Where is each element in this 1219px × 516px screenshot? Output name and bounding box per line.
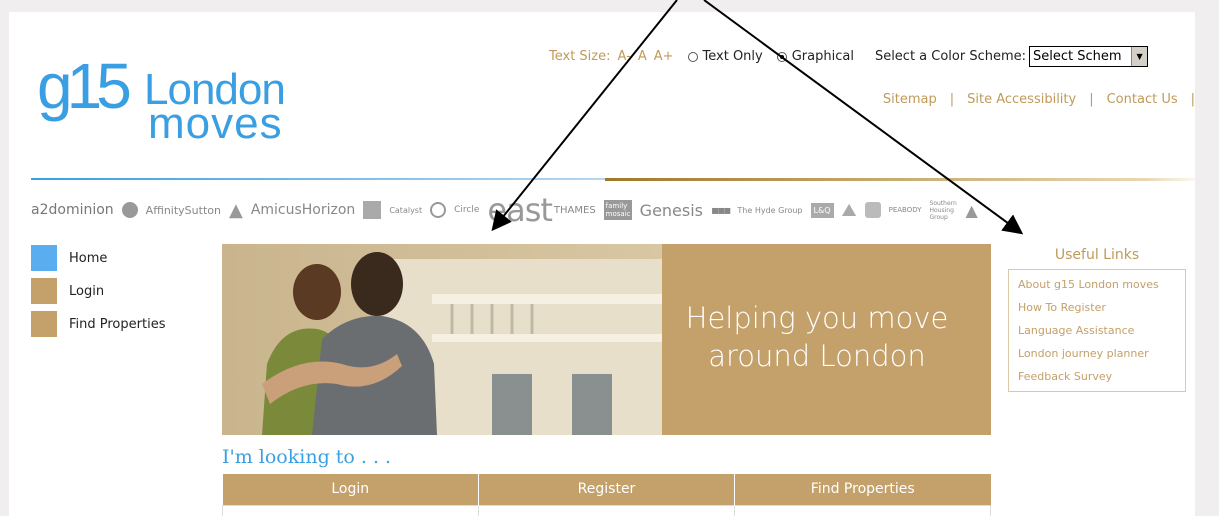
partner-family-mosaic-logo: family mosaic: [603, 200, 632, 220]
chevron-down-icon[interactable]: ▼: [1131, 47, 1148, 66]
nav-item-label: Home: [69, 250, 108, 266]
action-register-button[interactable]: Register: [478, 474, 735, 505]
partner-thames-logo: THAMES: [553, 204, 596, 216]
nav-item-find-properties[interactable]: Find Properties: [31, 311, 211, 337]
text-size-label: Text Size:: [549, 49, 611, 64]
partner-logo-shield-icon: [864, 202, 881, 218]
nav-item-label: Find Properties: [69, 316, 166, 332]
logo-mark: g15: [37, 50, 132, 122]
partner-catalyst-logo: Catalyst: [389, 205, 423, 215]
useful-link-about[interactable]: About g15 London moves: [1018, 273, 1185, 296]
nav-item-home[interactable]: Home: [31, 245, 211, 271]
partner-southern-logo: Southern Housing Group: [929, 199, 957, 221]
text-only-label: Text Only: [702, 49, 763, 64]
g15-logo[interactable]: g15 London moves: [37, 54, 327, 164]
partner-hyde-logo: The Hyde Group: [737, 205, 803, 215]
action-cell: [734, 504, 991, 516]
action-cell: [478, 504, 735, 516]
banner-headline: Helping you move around London: [662, 299, 972, 375]
text-size-small[interactable]: A-: [618, 49, 631, 64]
partner-circle-icon: [430, 202, 447, 218]
partner-circle-logo: Circle: [454, 205, 480, 215]
nav-home-swatch: [31, 245, 57, 271]
banner-headline-line2: around London: [708, 339, 926, 373]
couple-photo: [222, 244, 662, 435]
partner-peabody-logo: PEABODY: [888, 206, 922, 214]
nav-find-swatch: [31, 311, 57, 337]
text-size-large[interactable]: A+: [654, 49, 674, 64]
useful-link-how-to-register[interactable]: How To Register: [1018, 296, 1185, 319]
hero-banner: Helping you move around London: [222, 244, 991, 435]
divider-gold: [605, 178, 1195, 181]
partner-logos-strip: a2dominion AffinitySutton ▲ AmicusHorizo…: [31, 190, 1195, 230]
graphical-radio[interactable]: [776, 51, 787, 62]
partner-lq-logo: L&Q: [810, 202, 834, 218]
useful-links-title: Useful Links: [1054, 247, 1140, 263]
sitemap-link[interactable]: Sitemap: [883, 92, 937, 107]
color-scheme-select[interactable]: Select Schem ▼: [1029, 46, 1149, 67]
useful-links-list: About g15 London moves How To Register L…: [1008, 269, 1186, 392]
color-scheme-label: Select a Color Scheme:: [874, 49, 1027, 64]
action-cell: [222, 504, 479, 516]
contact-us-link[interactable]: Contact Us: [1107, 92, 1178, 107]
partner-a2dominion-logo: a2dominion: [31, 202, 114, 218]
looking-to-heading: I'm looking to . . .: [222, 446, 392, 468]
partner-catalyst-icon: [363, 201, 382, 219]
text-only-radio[interactable]: [687, 51, 698, 62]
logo-text-line2: moves: [148, 99, 283, 148]
partner-amicushorizon-logo: AmicusHorizon: [250, 202, 356, 218]
partner-affinity-icon: [121, 202, 138, 218]
color-scheme-value: Select Schem: [1033, 49, 1122, 64]
top-links: Sitemap | Site Accessibility | Contact Us |: [882, 92, 1195, 107]
partner-east-logo: east: [487, 191, 553, 229]
action-login-button[interactable]: Login: [222, 474, 479, 505]
useful-link-feedback-survey[interactable]: Feedback Survey: [1018, 365, 1185, 388]
divider-blue: [31, 178, 631, 180]
nav-item-label: Login: [69, 283, 105, 299]
partner-southern-icon: ▲: [965, 200, 978, 220]
page: g15 London moves Text Size: A- A A+ Text…: [9, 12, 1195, 516]
partner-logo-mountain-icon: ⛰: [841, 199, 857, 221]
partner-affinitysutton-logo: AffinitySutton: [145, 203, 221, 217]
left-nav: Home Login Find Properties: [31, 245, 211, 344]
display-options: Text Size: A- A A+ Text Only Graphical S…: [549, 46, 1149, 67]
useful-link-language-assistance[interactable]: Language Assistance: [1018, 319, 1185, 342]
site-accessibility-link[interactable]: Site Accessibility: [967, 92, 1076, 107]
text-size-normal[interactable]: A: [638, 49, 647, 64]
partner-amicus-icon: ▲: [228, 199, 243, 221]
useful-links-panel: Useful Links About g15 London moves How …: [1008, 247, 1186, 392]
action-table: Login Register Find Properties: [222, 474, 991, 516]
nav-item-login[interactable]: Login: [31, 278, 211, 304]
partner-hyde-icon: ▪▪▪: [711, 203, 731, 217]
graphical-label: Graphical: [791, 49, 854, 64]
banner-headline-line1: Helping you move: [685, 301, 949, 335]
useful-link-journey-planner[interactable]: London journey planner: [1018, 342, 1185, 365]
action-find-properties-button[interactable]: Find Properties: [734, 474, 991, 505]
partner-genesis-logo: Genesis: [639, 200, 704, 220]
nav-login-swatch: [31, 278, 57, 304]
